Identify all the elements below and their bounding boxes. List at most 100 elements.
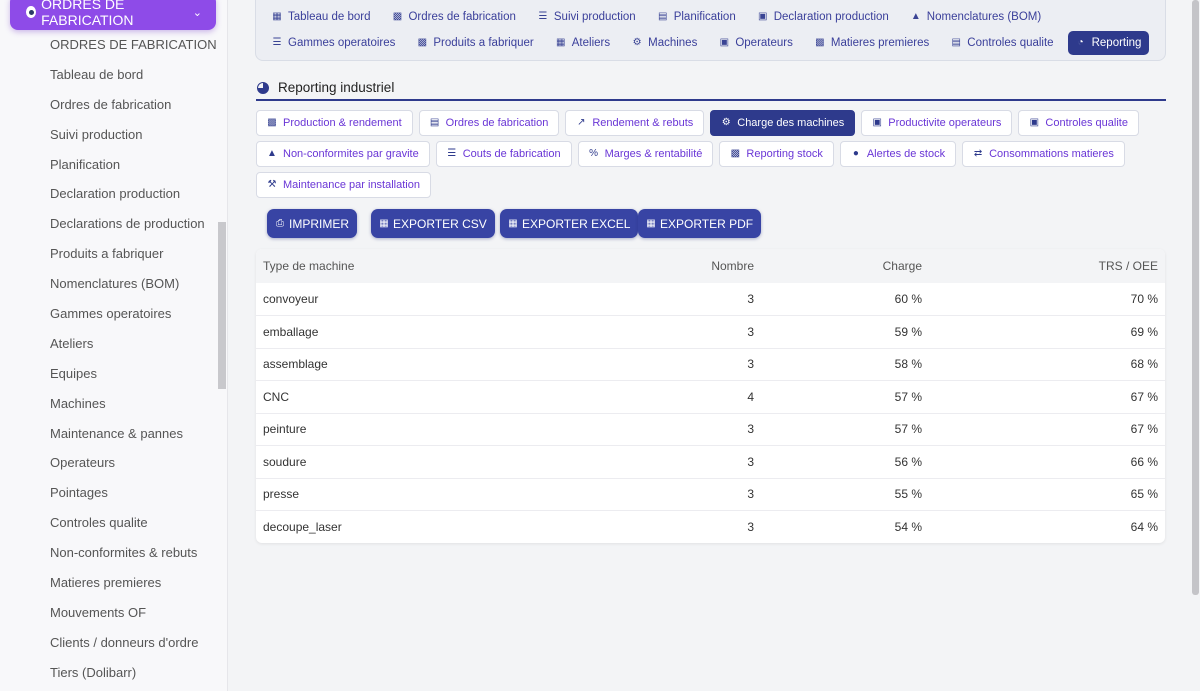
nav-machines[interactable]: ⚙ Machines — [624, 31, 705, 55]
sidebar-item-non-conformites[interactable]: Non-conformites & rebuts — [0, 538, 216, 568]
col-header-count[interactable]: Nombre — [586, 249, 761, 283]
cell-load: 56 % — [761, 445, 929, 479]
module-icon — [26, 6, 37, 18]
tab-charge-des-machines[interactable]: ⚙ Charge des machines — [710, 110, 856, 136]
nav-nomenclatures[interactable]: ▲ Nomenclatures (BOM) — [903, 5, 1049, 29]
nav-reporting[interactable]: ◔ Reporting — [1067, 31, 1150, 55]
nav-controles-qualite[interactable]: ▤ Controles qualite — [943, 31, 1061, 55]
tab-marges-rentabilite[interactable]: % Marges & rentabilité — [577, 141, 714, 167]
export-excel-button[interactable]: ▦ EXPORTER EXCEL — [500, 209, 639, 238]
cell-type: soudure — [256, 445, 586, 479]
export-pdf-button[interactable]: ▦ EXPORTER PDF — [638, 209, 762, 238]
nav-produits-a-fabriquer[interactable]: ▩ Produits a fabriquer — [409, 31, 541, 55]
sidebar-item-pointages[interactable]: Pointages — [0, 478, 216, 508]
sidebar-item-matieres-premieres[interactable]: Matieres premieres — [0, 568, 216, 598]
sidebar-item-machines[interactable]: Machines — [0, 389, 216, 419]
tab-ordres-de-fabrication[interactable]: ▤ Ordres de fabrication — [418, 110, 560, 136]
nav-matieres-premieres[interactable]: ▩ Matieres premieres — [807, 31, 937, 55]
nav-planification[interactable]: ▤ Planification — [650, 5, 744, 29]
sidebar-item-mouvements-of[interactable]: Mouvements OF — [0, 598, 216, 628]
nav-ateliers[interactable]: ▦ Ateliers — [548, 31, 618, 55]
sidebar-item-tiers[interactable]: Tiers (Dolibarr) — [0, 658, 216, 688]
tab-reporting-stock[interactable]: ▩ Reporting stock — [719, 141, 834, 167]
page-scrollbar-thumb[interactable] — [1192, 0, 1199, 595]
cell-load: 60 % — [761, 283, 929, 316]
pie-chart-icon — [257, 81, 269, 94]
print-label: IMPRIMER — [289, 216, 349, 231]
sidebar-item-declarations-de-production[interactable]: Declarations de production — [0, 209, 216, 239]
cell-load: 57 % — [761, 380, 929, 414]
line-chart-icon: ↗ — [577, 117, 586, 128]
tab-consommations-matieres[interactable]: ⇄ Consommations matieres — [962, 141, 1125, 167]
sidebar-item-gammes-operatoires[interactable]: Gammes operatoires — [0, 299, 216, 329]
tab-couts-de-fabrication[interactable]: ☰ Couts de fabrication — [435, 141, 572, 167]
printer-icon: ⎙ — [276, 217, 284, 229]
col-header-load[interactable]: Charge — [761, 249, 929, 283]
tab-maintenance-par-installation[interactable]: ⚒ Maintenance par installation — [256, 172, 431, 198]
tab-label: Controles qualite — [1045, 117, 1128, 129]
list-icon: ☰ — [272, 37, 282, 48]
grid-icon: ▦ — [272, 11, 282, 22]
cogs-icon: ⚙ — [721, 117, 731, 128]
cell-type: assemblage — [256, 348, 586, 381]
page-scrollbar[interactable] — [1190, 0, 1200, 691]
sidebar-item-equipes[interactable]: Equipes — [0, 359, 216, 389]
sidebar-item-nomenclatures[interactable]: Nomenclatures (BOM) — [0, 269, 216, 299]
nav-tableau-de-bord[interactable]: ▦ Tableau de bord — [264, 5, 378, 29]
sidebar-item-controles-qualite[interactable]: Controles qualite — [0, 508, 216, 538]
nav-ordres-de-fabrication[interactable]: ▩ Ordres de fabrication — [384, 5, 523, 29]
sidebar-item-maintenance-pannes[interactable]: Maintenance & pannes — [0, 419, 216, 449]
sidebar-item-clients[interactable]: Clients / donneurs d'ordre — [0, 628, 216, 658]
sidebar-item-ateliers[interactable]: Ateliers — [0, 329, 216, 359]
sidebar-scrollbar[interactable] — [218, 222, 226, 389]
machine-load-table: Type de machine Nombre Charge TRS / OEE … — [256, 249, 1165, 543]
cell-load: 55 % — [761, 478, 929, 511]
tab-alertes-de-stock[interactable]: ● Alertes de stock — [839, 141, 957, 167]
nav-label: Gammes operatoires — [288, 37, 396, 49]
col-header-type[interactable]: Type de machine — [256, 249, 586, 283]
cubes-icon: ▩ — [730, 148, 741, 159]
cell-load: 54 % — [894, 520, 922, 534]
nav-label: Machines — [648, 37, 698, 49]
file-csv-icon: ▦ — [379, 217, 389, 229]
tab-production-rendement[interactable]: ▩ Production & rendement — [256, 110, 413, 136]
export-csv-button[interactable]: ▦ EXPORTER CSV — [371, 209, 495, 238]
export-csv-label: EXPORTER CSV — [393, 216, 487, 231]
nav-label: Declaration production — [773, 11, 889, 23]
cell-count: 3 — [586, 478, 761, 511]
sidebar-item-operateurs[interactable]: Operateurs — [0, 448, 216, 478]
col-header-oee[interactable]: TRS / OEE — [929, 249, 1165, 283]
tab-rendement-rebuts[interactable]: ↗ Rendement & rebuts — [565, 110, 705, 136]
sidebar-item-ordres-de-fabrication-title[interactable]: ORDRES DE FABRICATION — [0, 30, 217, 60]
clipboard-check-icon: ▣ — [1029, 117, 1040, 128]
tab-non-conformites[interactable]: ▲ Non-conformites par gravite — [256, 141, 430, 167]
file-excel-icon: ▦ — [508, 217, 518, 229]
cell-oee: 66 % — [929, 445, 1165, 479]
nav-gammes-operatoires[interactable]: ☰ Gammes operatoires — [264, 31, 403, 55]
tab-productivite-operateurs[interactable]: ▣ Productivite operateurs — [861, 110, 1013, 136]
cell-type: peinture — [256, 413, 586, 446]
clipboard-icon: ▤ — [429, 117, 440, 128]
print-button[interactable]: ⎙ IMPRIMER — [267, 209, 357, 238]
sidebar-item-ordres-de-fabrication[interactable]: Ordres de fabrication — [0, 90, 216, 120]
tab-label: Rendement & rebuts — [592, 117, 694, 129]
nav-operateurs[interactable]: ▣ Operateurs — [711, 31, 801, 55]
reporting-header: Reporting industriel — [256, 76, 1166, 101]
cell-oee: 64 % — [1130, 520, 1158, 534]
sidebar-item-planification[interactable]: Planification — [0, 150, 216, 180]
sidebar-item-tableau-de-bord[interactable]: Tableau de bord — [0, 60, 216, 90]
cell-load: 58 % — [761, 348, 929, 381]
nav-declaration-production[interactable]: ▣ Declaration production — [750, 5, 897, 29]
exchange-icon: ⇄ — [973, 148, 983, 159]
warning-icon: ▲ — [267, 148, 277, 159]
tab-controles-qualite[interactable]: ▣ Controles qualite — [1018, 110, 1139, 136]
nav-suivi-production[interactable]: ☰ Suivi production — [530, 5, 644, 29]
cell-oee: 68 % — [929, 348, 1165, 381]
coins-icon: ☰ — [447, 148, 457, 159]
sidebar-module-header[interactable]: ORDRES DE FABRICATION ⌄ — [10, 0, 216, 30]
sidebar-item-suivi-production[interactable]: Suivi production — [0, 120, 216, 150]
sidebar-item-declaration-production[interactable]: Declaration production — [0, 179, 216, 209]
sidebar-item-produits-a-fabriquer[interactable]: Produits a fabriquer — [0, 239, 216, 269]
factory-icon: ▩ — [392, 11, 403, 22]
cubes-icon: ▩ — [815, 37, 825, 48]
